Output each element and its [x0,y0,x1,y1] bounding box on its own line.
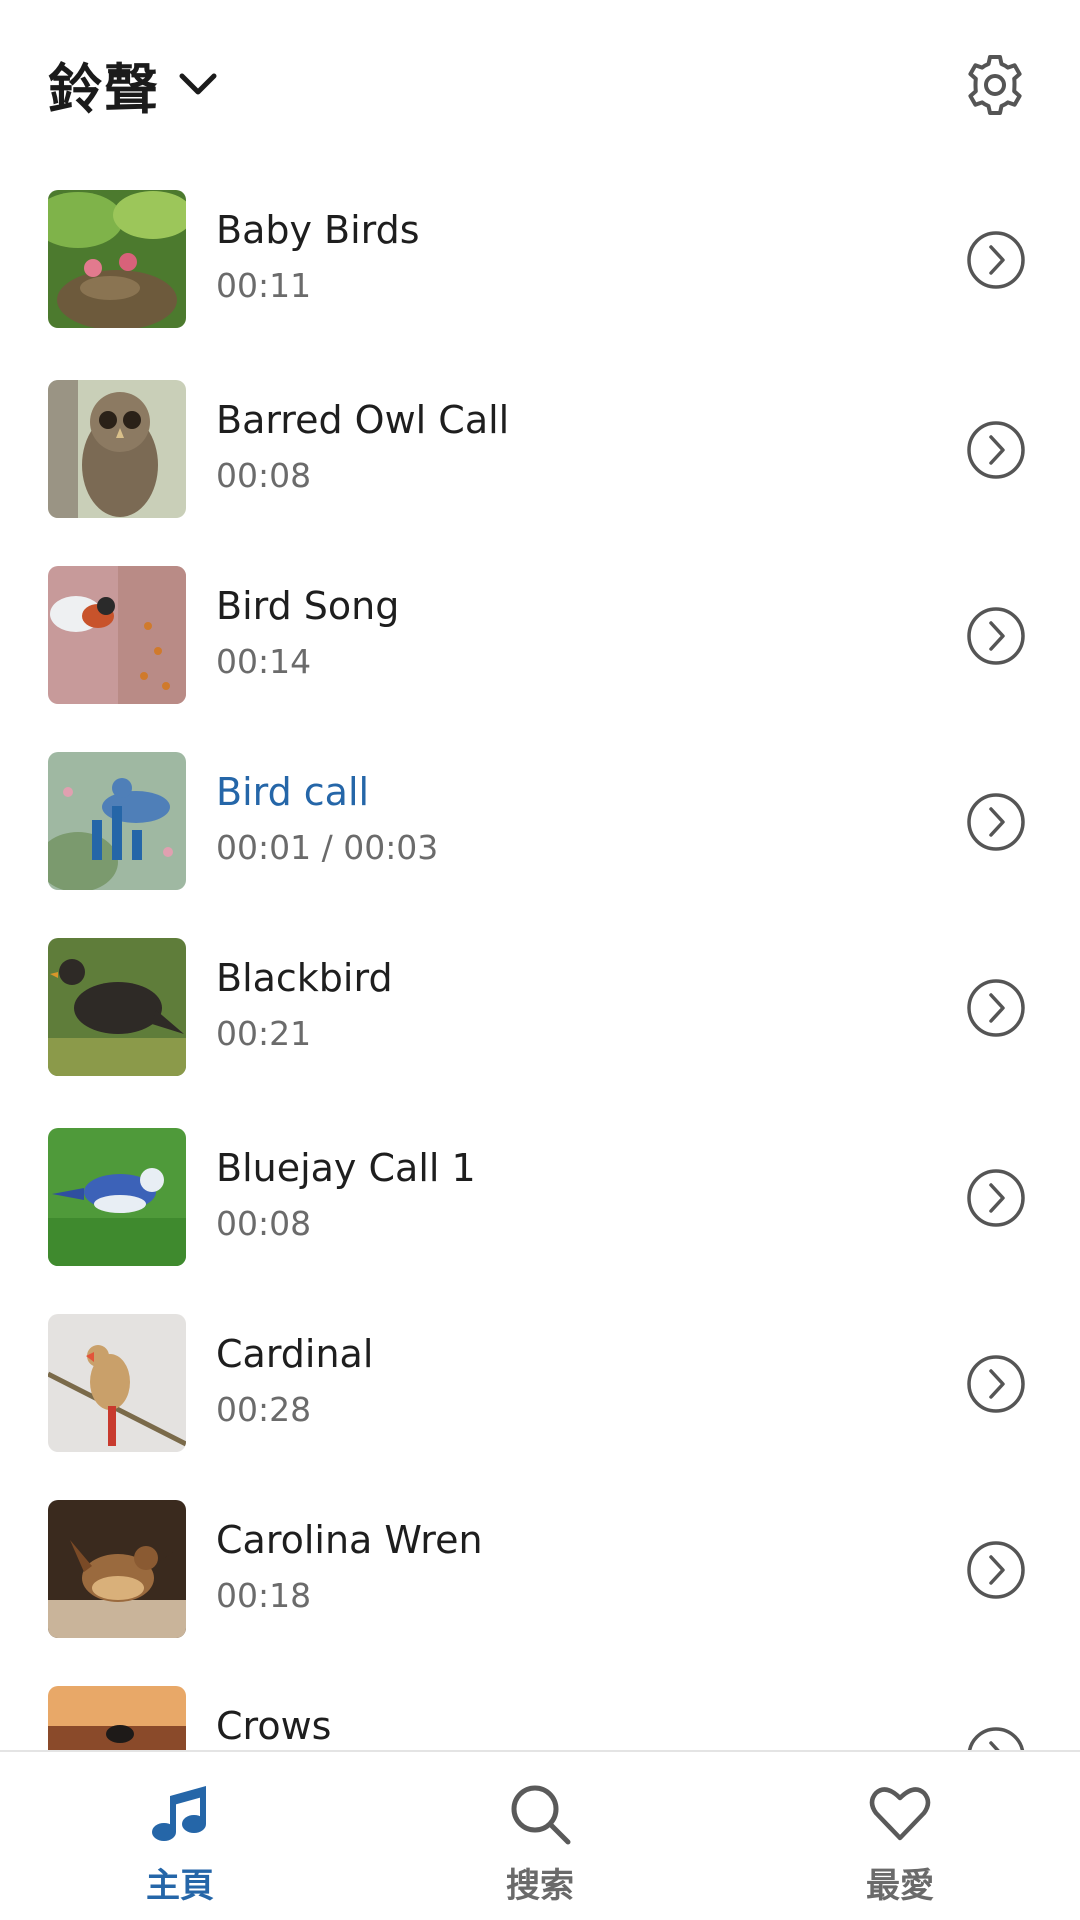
category-dropdown[interactable]: 鈴聲 [48,44,220,124]
ringtone-duration: 00:28 [216,1390,312,1429]
ringtone-duration: 00:14 [216,642,312,681]
list-item[interactable]: Crows [0,1686,1080,1750]
bottom-navigation: 主頁 搜索 最愛 [0,1750,1080,1920]
ringtone-duration: 00:21 [216,1014,312,1053]
ringtone-title: Bird call [216,770,370,814]
page-title: 鈴聲 [48,57,160,121]
thumbnail-image [48,380,186,518]
music-note-icon [152,1786,206,1841]
ringtone-title: Bluejay Call 1 [216,1146,476,1190]
heart-icon [869,1787,931,1841]
chevron-right-circle-icon[interactable] [966,1354,1026,1414]
tab-search-label: 搜索 [506,1866,574,1906]
ringtone-list: Baby Birds 00:11 Barred Owl Call 00:08 B… [0,190,1080,1750]
chevron-right-circle-icon[interactable] [966,1168,1026,1228]
list-item[interactable]: Bluejay Call 1 00:08 [0,1128,1080,1314]
chevron-right-circle-icon[interactable] [966,978,1026,1038]
tab-favorites[interactable]: 最愛 [720,1752,1080,1920]
ringtone-duration: 00:08 [216,1204,312,1243]
thumbnail-image [48,1500,186,1638]
gear-icon[interactable] [962,52,1028,118]
list-item[interactable]: Bird Song 00:14 [0,566,1080,752]
chevron-right-circle-icon[interactable] [966,1540,1026,1600]
ringtone-duration: 00:08 [216,456,312,495]
list-item[interactable]: Baby Birds 00:11 [0,190,1080,376]
app-header: 鈴聲 [0,0,1080,170]
tab-search[interactable]: 搜索 [360,1752,720,1920]
chevron-right-circle-icon[interactable] [966,1726,1026,1750]
ringtone-screen: 鈴聲 Baby Birds 00:11 Barred Owl Call 00:0… [0,0,1080,1920]
list-item[interactable]: Barred Owl Call 00:08 [0,380,1080,566]
list-item[interactable]: Blackbird 00:21 [0,938,1080,1124]
ringtone-duration: 00:11 [216,266,312,305]
ringtone-duration: 00:18 [216,1576,312,1615]
tab-home[interactable]: 主頁 [0,1752,360,1920]
thumbnail-image [48,1314,186,1452]
equalizer-icon [92,806,142,860]
list-item-playing[interactable]: Bird call 00:01 / 00:03 [0,752,1080,938]
chevron-right-circle-icon[interactable] [966,606,1026,666]
ringtone-title: Baby Birds [216,208,420,252]
chevron-right-circle-icon[interactable] [966,792,1026,852]
ringtone-playback-progress: 00:01 / 00:03 [216,828,439,867]
chevron-down-icon [179,73,217,95]
ringtone-title: Barred Owl Call [216,398,510,442]
ringtone-title: Cardinal [216,1332,374,1376]
ringtone-title: Blackbird [216,956,393,1000]
thumbnail-image [48,938,186,1076]
search-icon [511,1785,571,1845]
thumbnail-image [48,566,186,704]
ringtone-title: Bird Song [216,584,400,628]
chevron-right-circle-icon[interactable] [966,420,1026,480]
tab-home-label: 主頁 [146,1866,214,1906]
thumbnail-image [48,1128,186,1266]
list-item[interactable]: Cardinal 00:28 [0,1314,1080,1500]
tab-favorites-label: 最愛 [866,1866,934,1906]
thumbnail-image [48,1686,186,1750]
ringtone-title: Carolina Wren [216,1518,483,1562]
chevron-right-circle-icon[interactable] [966,230,1026,290]
thumbnail-image [48,190,186,328]
ringtone-title: Crows [216,1704,332,1748]
list-item[interactable]: Carolina Wren 00:18 [0,1500,1080,1686]
